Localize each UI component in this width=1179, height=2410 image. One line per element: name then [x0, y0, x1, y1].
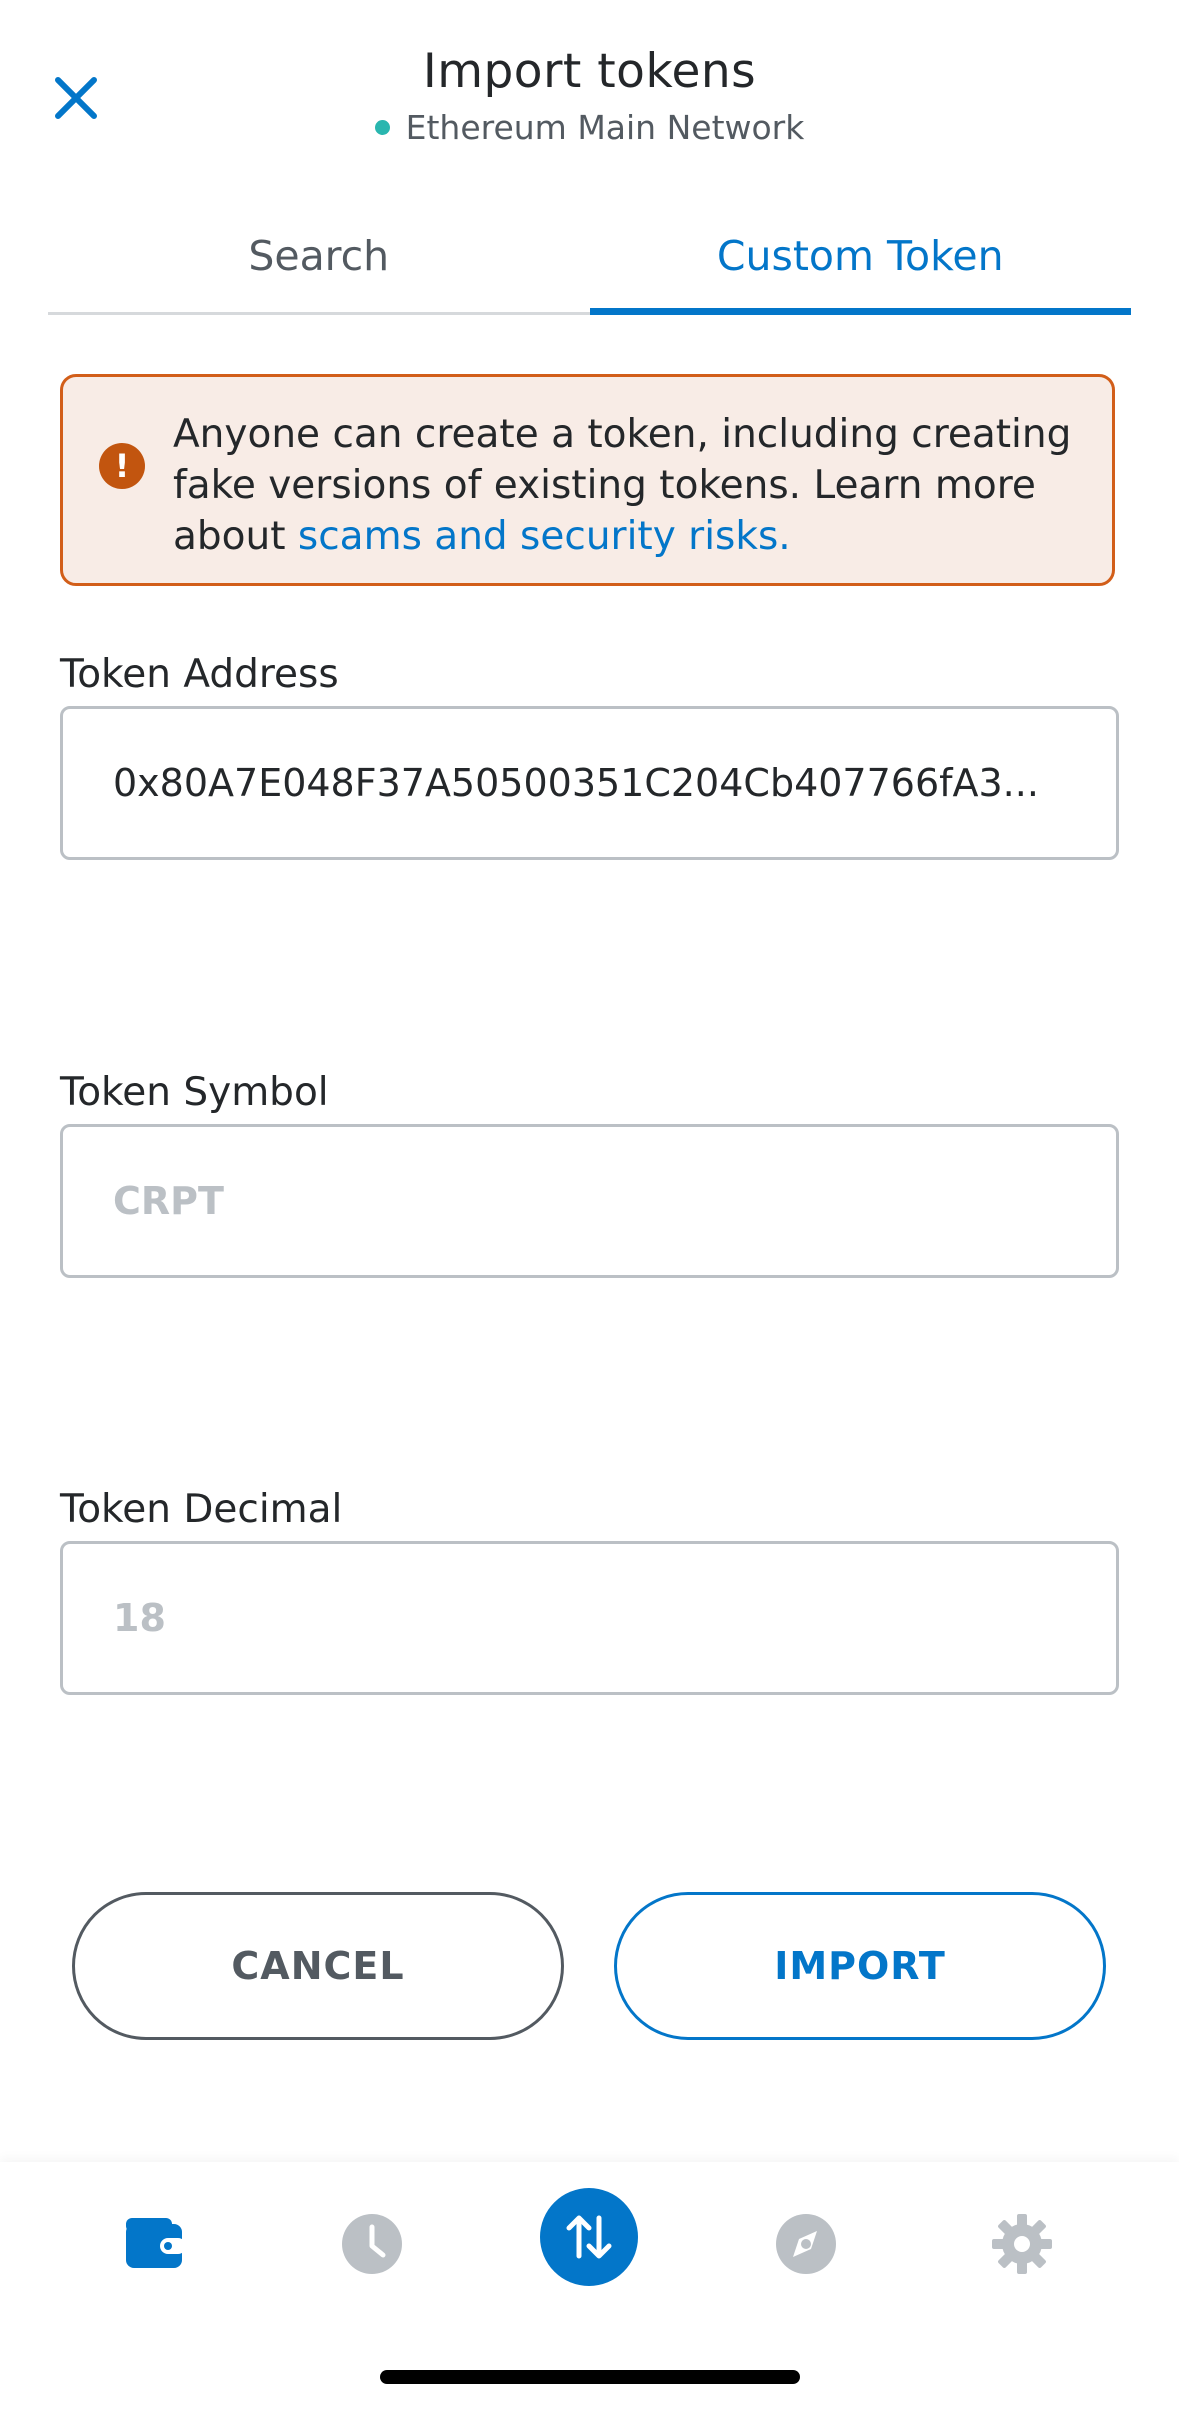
swap-icon — [566, 2215, 612, 2259]
exclamation-icon: ! — [99, 443, 145, 489]
network-status-dot — [374, 120, 390, 135]
token-decimal-input[interactable]: 18 — [60, 1541, 1119, 1695]
activity-clock-icon — [342, 2214, 402, 2274]
page-title: Import tokens — [422, 44, 757, 99]
network-name: Ethereum Main Network — [405, 108, 805, 147]
browser-compass-icon — [776, 2214, 836, 2274]
token-address-label: Token Address — [60, 652, 339, 697]
import-button[interactable]: IMPORT — [614, 1892, 1106, 2040]
nav-swap[interactable] — [540, 2188, 638, 2286]
token-address-value: 0x80A7E048F37A50500351C204Cb407766fA3... — [113, 761, 1039, 805]
settings-gear-icon — [992, 2214, 1052, 2274]
tab-bar: Search Custom Token — [48, 200, 1131, 315]
token-symbol-input[interactable]: CRPT — [60, 1124, 1119, 1278]
nav-activity[interactable] — [322, 2194, 422, 2294]
import-tokens-screen: Import tokens Ethereum Main Network Sear… — [0, 0, 1179, 2410]
home-indicator[interactable] — [380, 2370, 800, 2384]
token-symbol-label: Token Symbol — [60, 1070, 329, 1115]
token-decimal-label: Token Decimal — [60, 1487, 343, 1532]
token-address-input[interactable]: 0x80A7E048F37A50500351C204Cb407766fA3... — [60, 706, 1119, 860]
network-indicator: Ethereum Main Network — [0, 108, 1179, 147]
tab-search[interactable]: Search — [48, 200, 590, 312]
token-symbol-placeholder: CRPT — [113, 1179, 224, 1223]
tab-custom-token[interactable]: Custom Token — [589, 200, 1132, 315]
scam-warning-banner: ! Anyone can create a token, including c… — [60, 374, 1115, 586]
token-decimal-placeholder: 18 — [113, 1596, 166, 1640]
scams-security-link[interactable]: scams and security risks. — [298, 514, 791, 559]
nav-wallet[interactable] — [106, 2194, 206, 2294]
nav-settings[interactable] — [972, 2194, 1072, 2294]
nav-browser[interactable] — [756, 2194, 856, 2294]
cancel-button[interactable]: CANCEL — [72, 1892, 564, 2040]
wallet-icon — [126, 2218, 186, 2268]
warning-text: Anyone can create a token, including cre… — [173, 409, 1082, 559]
